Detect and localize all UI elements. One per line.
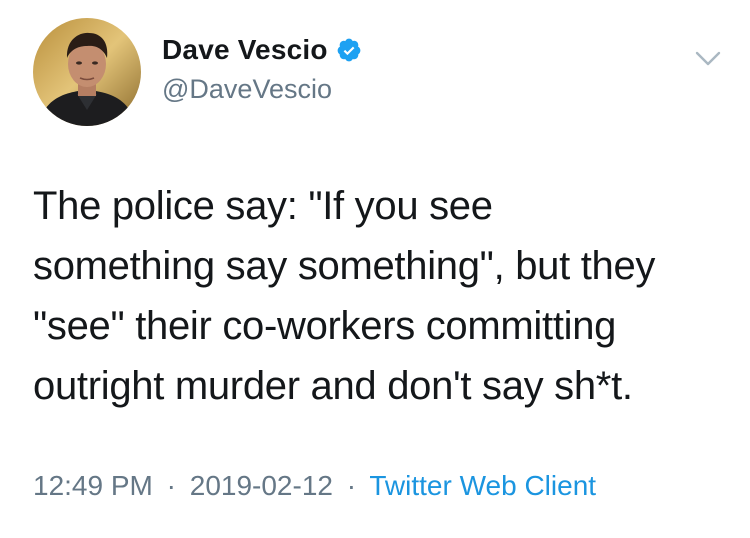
- tweet-text: The police say: "If you see something sa…: [33, 184, 656, 408]
- avatar[interactable]: [33, 18, 141, 126]
- chevron-down-icon[interactable]: [694, 50, 722, 68]
- author-name-row: Dave Vescio: [162, 32, 362, 68]
- tweet-time[interactable]: 12:49 PM: [33, 470, 153, 501]
- verified-badge-icon: [336, 37, 362, 63]
- user-handle[interactable]: @DaveVescio: [162, 74, 332, 105]
- client-link[interactable]: Twitter Web Client: [369, 470, 596, 501]
- tweet-card: Dave Vescio @DaveVescio The police say: …: [0, 0, 750, 538]
- display-name[interactable]: Dave Vescio: [162, 34, 328, 66]
- tweet-metadata: 12:49 PM · 2019-02-12 · Twitter Web Clie…: [33, 470, 596, 502]
- profile-photo-icon: [33, 18, 141, 126]
- separator: ·: [346, 470, 357, 501]
- separator: ·: [166, 470, 176, 501]
- tweet-date[interactable]: 2019-02-12: [190, 470, 333, 501]
